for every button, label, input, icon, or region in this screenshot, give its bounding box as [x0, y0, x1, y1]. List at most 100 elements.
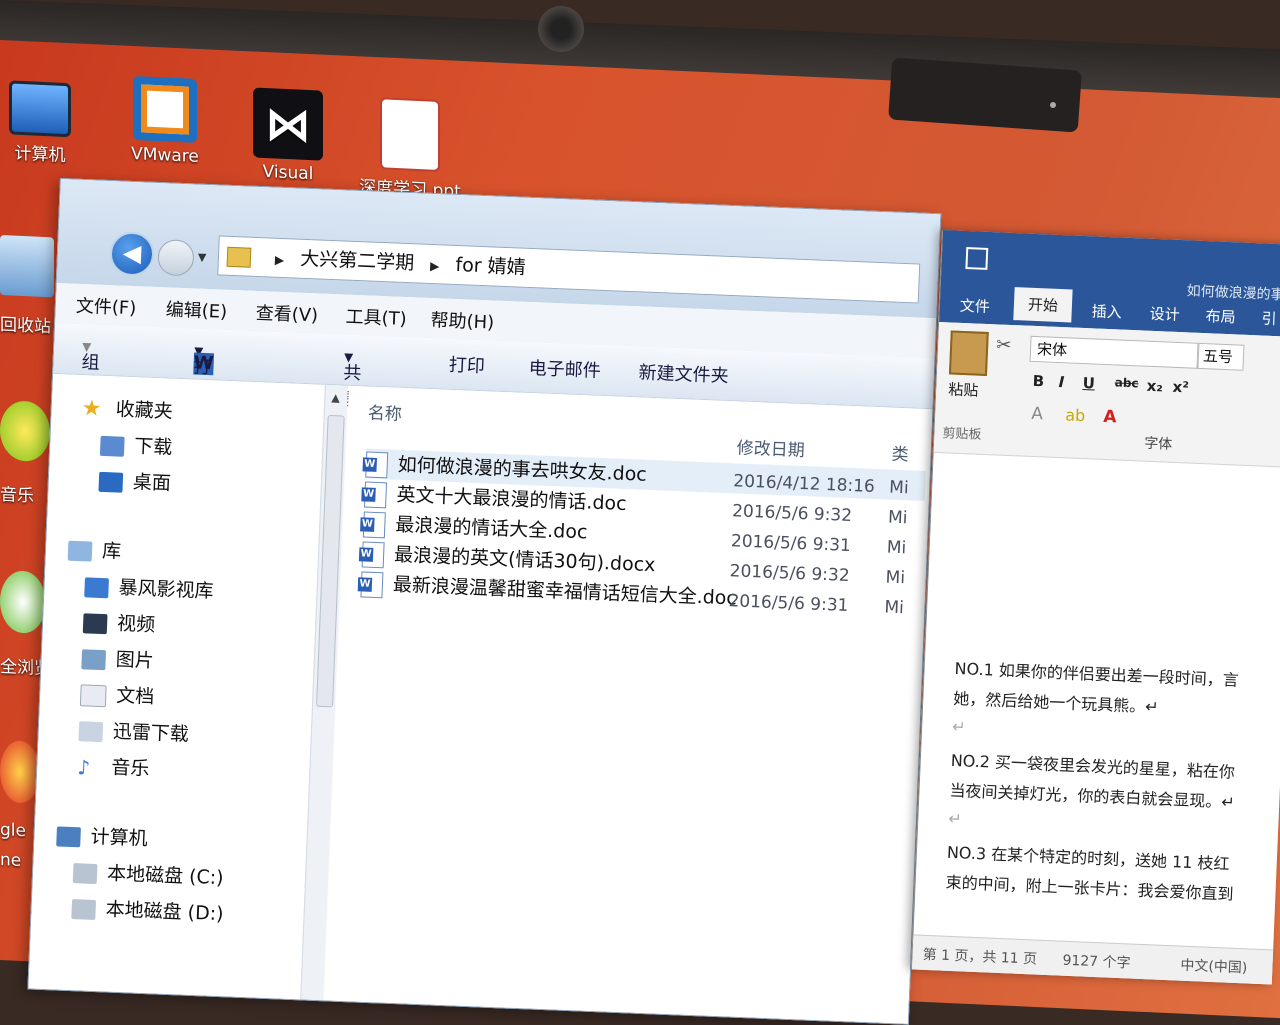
explorer-window: ◀ ▼ ▶ 大兴第二学期 ▶ for 婧婧 文件(F) 编辑(E) 查看(V) … [27, 178, 942, 1025]
file-date: 2016/4/12 18:16 [732, 471, 876, 497]
back-arrow-icon: ◀ [122, 238, 142, 268]
menu-help[interactable]: 帮助(H) [430, 306, 495, 335]
desktop-label-ne: ne [0, 850, 22, 871]
page-count[interactable]: 第 1 页，共 11 页 [922, 944, 1037, 969]
breadcrumb-part-2[interactable]: for 婧婧 [455, 254, 526, 279]
vmware-icon [133, 76, 197, 143]
disk-icon [72, 862, 98, 884]
menu-view[interactable]: 查看(V) [255, 299, 318, 327]
tab-home[interactable]: 开始 [1013, 287, 1073, 323]
menu-edit[interactable]: 编辑(E) [165, 295, 227, 323]
tab-design[interactable]: 设计 [1149, 303, 1180, 325]
webcam [538, 6, 584, 52]
ribbon: 粘贴 剪贴板 ✂ 宋体 五号 B I U abc x₂ x² A ab A 字体 [933, 321, 1280, 468]
document-page[interactable]: NO.1 如果你的伴侣要出差一段时间，言 她，然后给她一个玩具熊。↵ ↵ NO.… [945, 471, 1280, 904]
desktop-label-music: 音乐 [0, 485, 34, 507]
breadcrumb-separator-icon[interactable]: ▶ [430, 259, 440, 273]
nav-video[interactable]: 视频 [82, 607, 156, 637]
column-header-type[interactable]: 类 [891, 440, 909, 466]
doc-paragraph: NO.3 在某个特定的时刻，送她 11 枝红 [946, 842, 1230, 874]
word-count[interactable]: 9127 个字 [1062, 950, 1131, 973]
nav-libraries-label: 库 [101, 539, 122, 563]
file-type: Mi [884, 597, 905, 619]
subscript-button[interactable]: x₂ [1146, 377, 1163, 396]
browser-icon[interactable] [0, 570, 46, 635]
video-icon [82, 612, 108, 634]
breadcrumb-part-1[interactable]: 大兴第二学期 [300, 248, 415, 275]
chrome-icon[interactable] [0, 740, 40, 804]
qq-music-icon[interactable] [0, 400, 50, 463]
word-titlebar: 如何做浪漫的事 文件 开始 插入 设计 布局 引 [939, 230, 1280, 338]
nav-desktop[interactable]: 桌面 [98, 466, 171, 496]
doc-paragraph: NO.2 买一袋夜里会发光的星星，粘在你 [950, 750, 1236, 782]
forward-button[interactable] [157, 239, 195, 277]
nav-disk-d[interactable]: 本地磁盘 (D:) [71, 893, 224, 926]
desktop-icon-vmware[interactable]: VMware [120, 75, 210, 167]
nav-video-label: 视频 [116, 612, 156, 637]
desktop-icon-computer[interactable]: 计算机 [0, 80, 80, 167]
bold-button[interactable]: B [1032, 372, 1044, 390]
recycle-bin-icon[interactable] [0, 235, 54, 298]
storm-video-icon [84, 576, 109, 598]
font-size-select[interactable]: 五号 [1197, 342, 1245, 371]
desktop-icon-ppt[interactable]: 深度学习.ppt [350, 96, 470, 202]
tab-layout[interactable]: 布局 [1205, 305, 1236, 327]
nav-downloads[interactable]: 下载 [99, 430, 173, 460]
desktop-icon-label: Visual [262, 161, 314, 185]
scroll-up-icon[interactable]: ▲ [331, 391, 340, 404]
back-button[interactable]: ◀ [109, 231, 155, 277]
organize-button[interactable]: 组织 ▾ [80, 336, 100, 400]
navigation-pane: ★ 收藏夹 下载 桌面 库 暴风影视库 视频 图片 文档 迅雷下载 ♪ 音乐 计算机… [28, 373, 326, 1000]
breadcrumb-separator-icon[interactable]: ▶ [275, 253, 285, 267]
tab-insert[interactable]: 插入 [1091, 300, 1122, 322]
nav-xunlei[interactable]: 迅雷下载 [78, 715, 189, 746]
menu-file[interactable]: 文件(F) [75, 292, 136, 320]
paste-label[interactable]: 粘贴 [948, 378, 979, 400]
computer-icon [56, 825, 81, 847]
documents-icon [79, 683, 107, 707]
file-date: 2016/5/6 9:31 [730, 531, 852, 557]
visual-studio-icon: ⋈ [253, 87, 323, 161]
downloads-icon [99, 435, 125, 457]
strikethrough-button[interactable]: abc [1114, 375, 1138, 390]
column-header-modified[interactable]: 修改日期 [736, 433, 805, 461]
word-doc-icon [361, 540, 385, 568]
nav-libraries[interactable]: 库 [67, 535, 122, 564]
open-button[interactable]: W 打开 ▾ [192, 341, 215, 404]
new-folder-button[interactable]: 新建文件夹 [638, 358, 729, 388]
nav-computer[interactable]: 计算机 [56, 820, 148, 851]
underline-button[interactable]: U [1082, 374, 1095, 392]
column-header-name[interactable]: 名称 [367, 399, 402, 425]
doc-paragraph: ↵ [951, 716, 967, 737]
save-icon[interactable] [965, 247, 989, 270]
share-button[interactable]: 共享 ▾ [342, 347, 362, 411]
desktop-label-gle: gle [0, 820, 26, 842]
language-indicator[interactable]: 中文(中国) [1180, 955, 1248, 978]
history-dropdown-icon[interactable]: ▼ [198, 251, 207, 264]
menu-tools[interactable]: 工具(T) [345, 303, 407, 331]
nav-favorites[interactable]: ★ 收藏夹 [81, 393, 173, 424]
text-effects-icon[interactable]: A [1031, 404, 1043, 424]
email-button[interactable]: 电子邮件 [528, 354, 601, 383]
file-type: Mi [885, 567, 906, 589]
tab-file[interactable]: 文件 [959, 295, 990, 317]
desktop-icon-visual-studio[interactable]: ⋈ Visual [248, 87, 328, 185]
word-doc-icon [365, 451, 389, 478]
nav-documents[interactable]: 文档 [79, 679, 155, 709]
tab-references[interactable]: 引 [1261, 307, 1277, 329]
highlight-icon[interactable]: ab [1065, 405, 1086, 425]
font-name-select[interactable]: 宋体 [1029, 335, 1199, 369]
cut-icon[interactable]: ✂ [996, 334, 1012, 356]
print-button[interactable]: 打印 [448, 351, 485, 378]
italic-button[interactable]: I [1058, 373, 1064, 391]
sensor-light [1050, 102, 1056, 108]
nav-storm[interactable]: 暴风影视库 [84, 571, 214, 603]
nav-pictures[interactable]: 图片 [81, 643, 154, 673]
nav-music[interactable]: ♪ 音乐 [77, 751, 150, 781]
nav-disk-c[interactable]: 本地磁盘 (C:) [72, 857, 225, 890]
superscript-button[interactable]: x² [1172, 378, 1189, 397]
font-color-icon[interactable]: A [1103, 407, 1117, 428]
xunlei-icon [78, 720, 104, 742]
paste-icon[interactable] [948, 330, 989, 377]
clipboard-group-label: 剪贴板 [942, 426, 982, 443]
